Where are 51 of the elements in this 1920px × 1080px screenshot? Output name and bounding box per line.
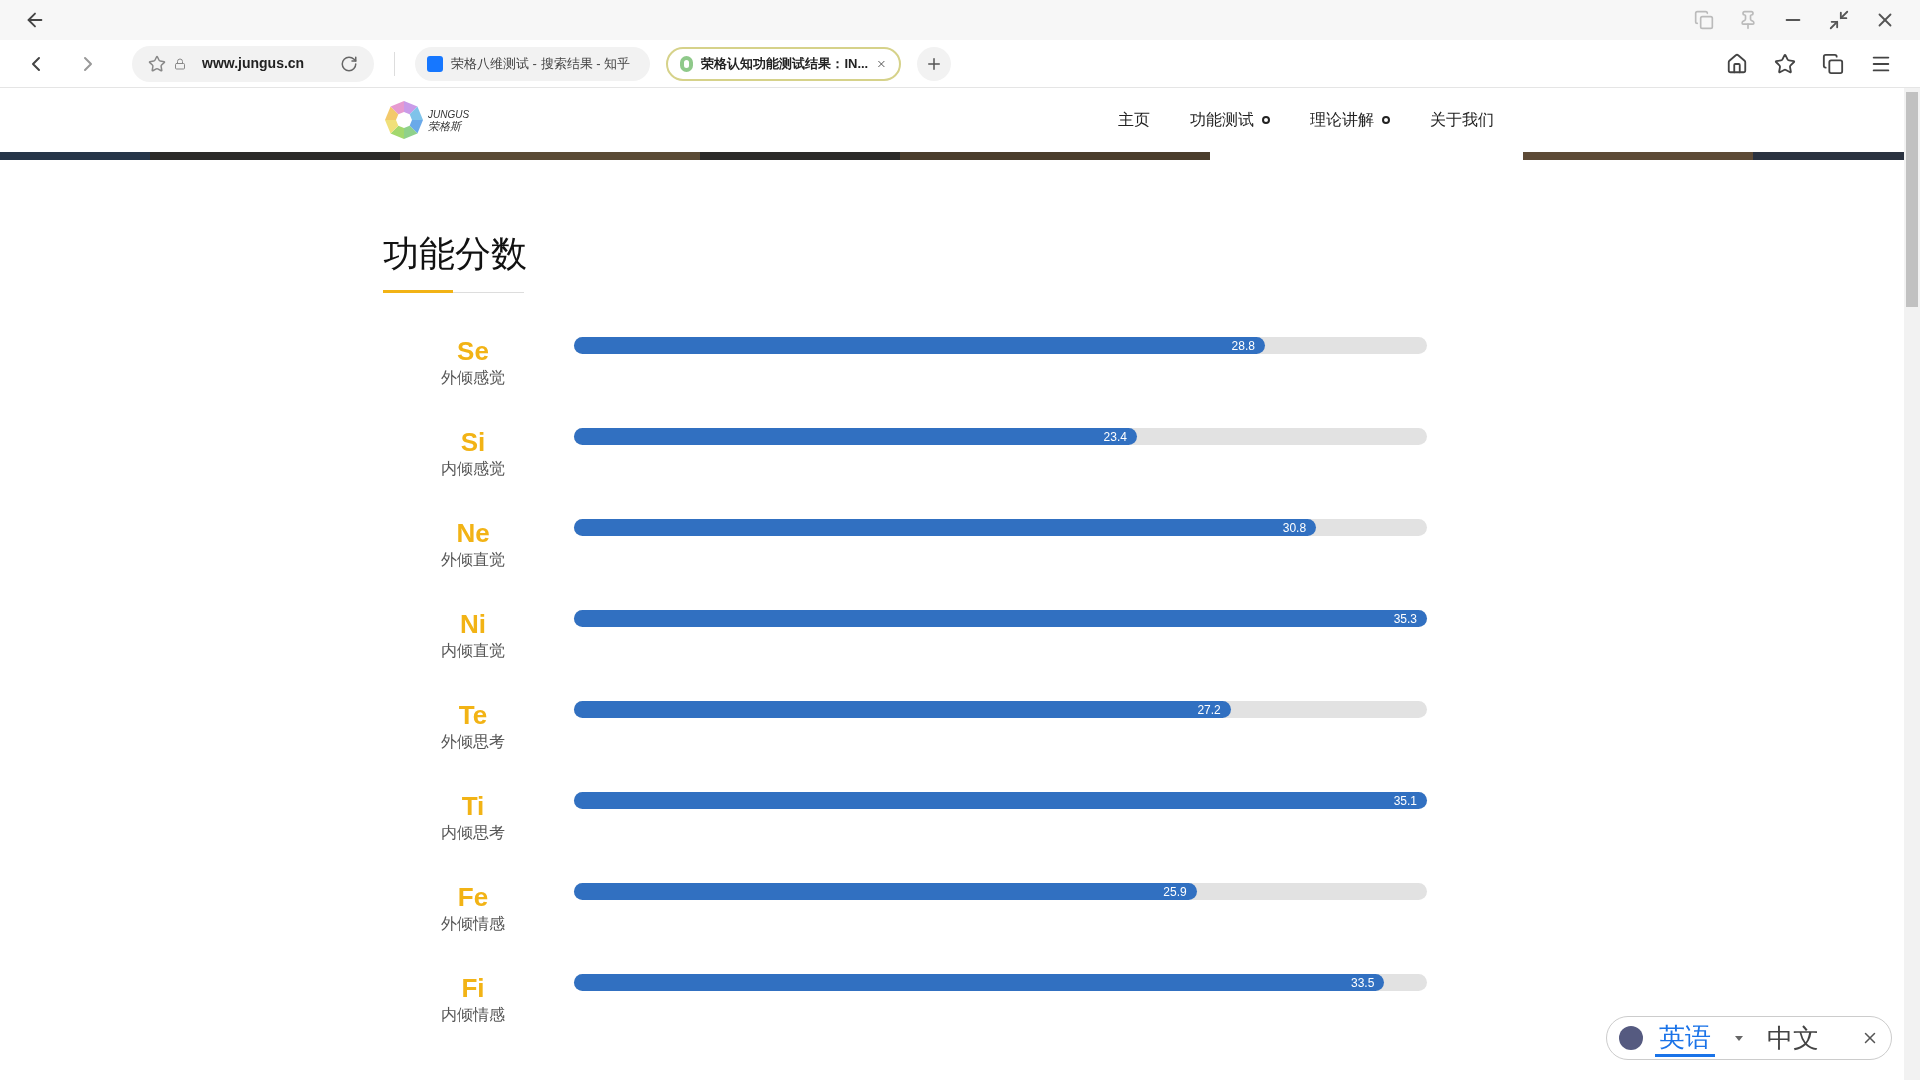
url-text: www.jungus.cn — [202, 54, 305, 73]
score-value: 35.1 — [1393, 792, 1417, 810]
tabs-icon[interactable] — [1822, 52, 1844, 75]
browser-tab[interactable]: 荣格认知功能测试结果：IN... — [666, 46, 901, 81]
nav-link[interactable]: 主页 — [1118, 108, 1150, 132]
function-code: Si — [460, 426, 486, 458]
function-name: 内倾感觉 — [441, 459, 505, 479]
nav-link[interactable]: 关于我们 — [1430, 108, 1494, 132]
function-name: 外倾直觉 — [441, 550, 505, 570]
favorites-icon[interactable] — [1774, 52, 1796, 75]
function-name: 外倾思考 — [441, 732, 505, 752]
home-icon[interactable] — [1726, 52, 1748, 75]
logo-text: JUNGUS — [428, 108, 470, 120]
address-bar[interactable]: www.jungus.cn — [132, 45, 374, 82]
function-code: Se — [457, 335, 489, 367]
function-name: 内倾直觉 — [441, 641, 505, 661]
score-value: 23.4 — [1103, 428, 1127, 446]
star-icon[interactable] — [148, 54, 166, 73]
logo-icon — [384, 100, 424, 140]
function-name: 外倾情感 — [441, 914, 505, 934]
score-value: 27.2 — [1197, 701, 1221, 719]
site-icon — [680, 55, 694, 72]
score-value: 30.8 — [1282, 519, 1307, 537]
scrollbar-thumb[interactable] — [1906, 92, 1918, 307]
function-code: Fe — [457, 881, 489, 913]
section-title: 功能分数 — [383, 236, 527, 272]
reload-icon[interactable] — [340, 54, 358, 73]
caret-icon[interactable] — [1735, 1035, 1743, 1041]
translate-icon — [1619, 1026, 1643, 1050]
score-value: 35.3 — [1393, 610, 1417, 628]
function-name: 外倾感觉 — [441, 368, 505, 388]
score-value: 33.5 — [1351, 974, 1375, 992]
function-code: Ti — [461, 790, 485, 822]
restore-icon[interactable] — [1828, 9, 1850, 31]
nav-link[interactable]: 理论讲解 — [1310, 108, 1374, 132]
function-code: Ni — [460, 608, 486, 640]
browser-tab[interactable]: 荣格八维测试 - 搜索结果 - 知乎 — [415, 46, 650, 81]
new-tab-icon[interactable] — [917, 46, 951, 81]
function-code: Ne — [456, 517, 490, 549]
language-option[interactable]: 中文 — [1763, 1021, 1823, 1055]
function-name: 内倾思考 — [441, 823, 505, 843]
nav-link[interactable]: 功能测试 — [1190, 108, 1254, 132]
function-code: Fi — [461, 972, 485, 1004]
language-option[interactable]: 英语 — [1655, 1019, 1715, 1057]
logo-text: 荣格斯 — [428, 119, 463, 132]
score-value: 28.8 — [1231, 337, 1255, 355]
score-value: 25.9 — [1163, 883, 1187, 901]
site-icon — [427, 55, 443, 72]
function-code: Te — [458, 699, 488, 731]
lock-icon — [174, 57, 186, 70]
function-name: 内倾情感 — [441, 1005, 505, 1025]
